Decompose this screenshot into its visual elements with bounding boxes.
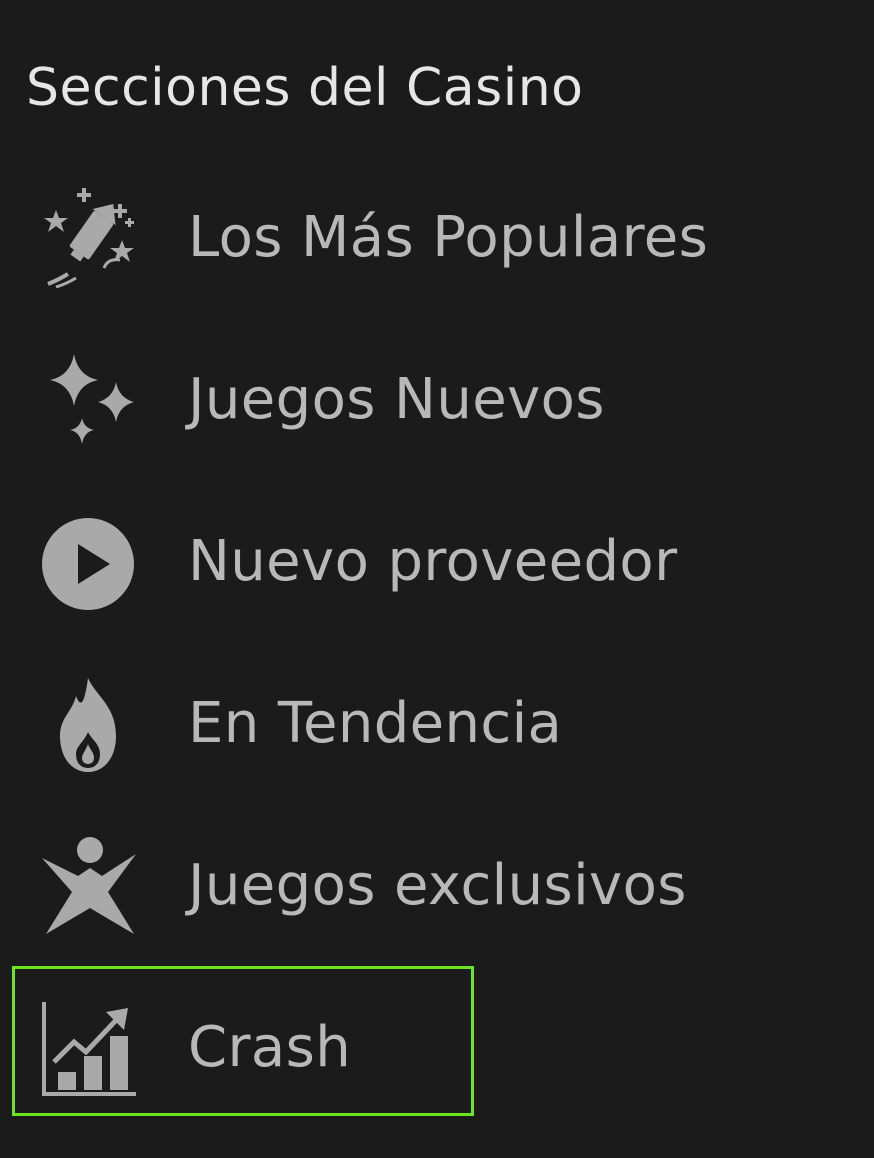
menu-item-trending[interactable]: En Tendencia bbox=[26, 664, 846, 784]
sparkles-icon bbox=[38, 350, 138, 450]
menu-item-new-provider[interactable]: Nuevo proveedor bbox=[26, 502, 846, 622]
star-person-icon bbox=[38, 836, 138, 936]
menu-item-label: Nuevo proveedor bbox=[188, 529, 678, 594]
menu-item-label: En Tendencia bbox=[188, 691, 563, 756]
menu-item-label: Los Más Populares bbox=[188, 205, 709, 270]
casino-sections-menu: Los Más Populares Juegos Nuevos Nuevo pr… bbox=[0, 0, 874, 1158]
menu-item-exclusive-games[interactable]: Juegos exclusivos bbox=[26, 826, 846, 946]
flame-icon bbox=[38, 674, 138, 774]
menu-item-label: Juegos exclusivos bbox=[188, 853, 687, 918]
menu-item-new-games[interactable]: Juegos Nuevos bbox=[26, 340, 846, 460]
play-circle-icon bbox=[38, 512, 138, 612]
selection-highlight bbox=[12, 966, 474, 1116]
menu-item-label: Juegos Nuevos bbox=[188, 367, 605, 432]
menu-item-most-popular[interactable]: Los Más Populares bbox=[26, 178, 846, 298]
rocket-fireworks-icon bbox=[38, 188, 138, 288]
